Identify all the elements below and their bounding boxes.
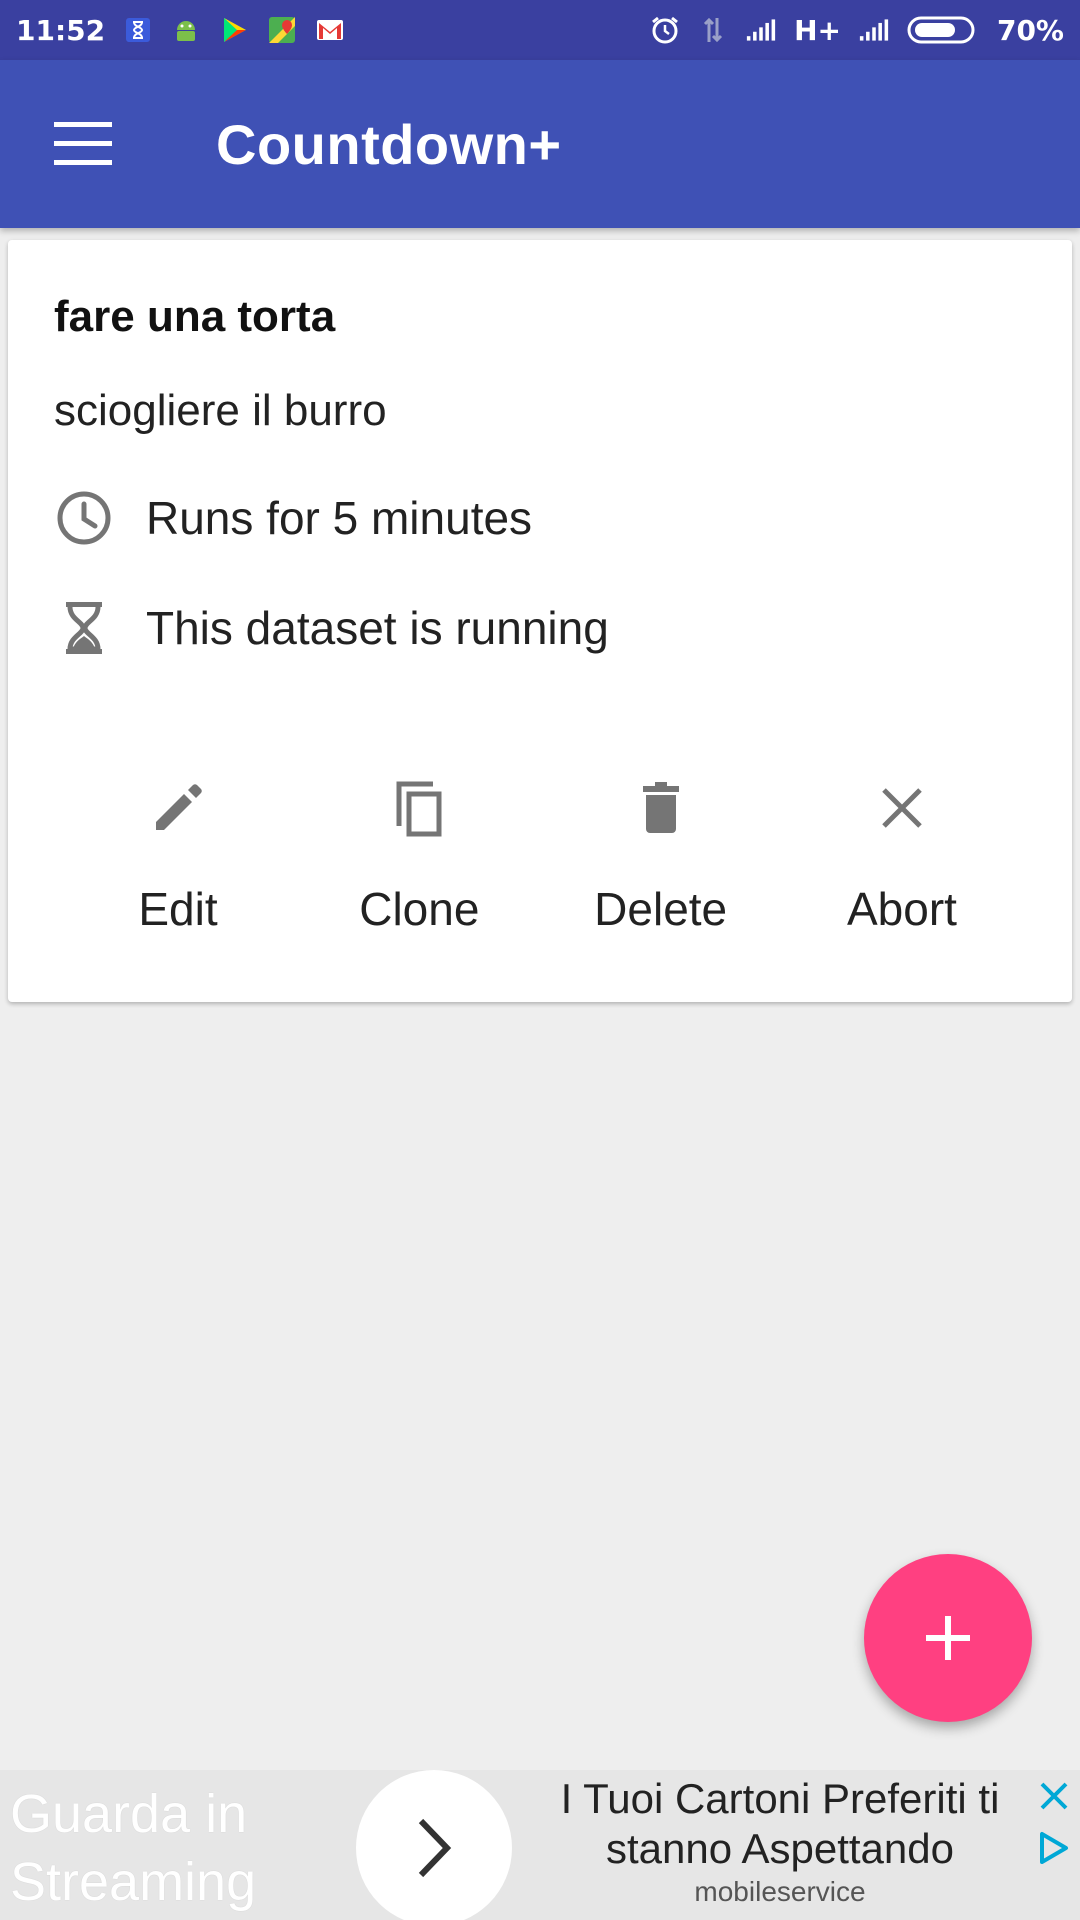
delete-label: Delete [594, 883, 728, 935]
edit-button[interactable]: Edit [58, 764, 298, 964]
signal-icon [859, 15, 889, 45]
status-row: This dataset is running [54, 598, 609, 658]
ad-banner[interactable]: Guarda in Streaming I Tuoi Cartoni Prefe… [0, 1770, 1080, 1920]
data-arrows-icon [698, 15, 728, 45]
maps-icon [267, 15, 297, 45]
app-title: Countdown+ [216, 113, 562, 176]
battery-icon [907, 15, 979, 45]
hourglass-icon [123, 15, 153, 45]
copy-icon [387, 776, 451, 840]
countdown-card: fare una torta sciogliere il burro Runs … [8, 240, 1072, 1002]
hamburger-menu-icon[interactable] [54, 122, 112, 166]
ad-close-icon[interactable] [1034, 1776, 1074, 1816]
delete-button[interactable]: Delete [541, 764, 781, 964]
clone-button[interactable]: Clone [299, 764, 539, 964]
edit-label: Edit [138, 883, 218, 935]
card-title: fare una torta [54, 292, 336, 341]
hourglass-icon [54, 598, 114, 658]
ad-arrow-button[interactable] [356, 1770, 512, 1920]
card-subtitle: sciogliere il burro [54, 386, 387, 435]
plus-icon [926, 1616, 970, 1660]
ad-content[interactable]: I Tuoi Cartoni Preferiti ti stanno Aspet… [520, 1774, 1040, 1908]
network-type: H+ [794, 13, 841, 47]
status-time: 11:52 [16, 13, 106, 47]
ad-left-text: Guarda in Streaming [10, 1784, 257, 1912]
clock-icon [54, 488, 114, 548]
duration-text: Runs for 5 minutes [146, 492, 533, 544]
duration-row: Runs for 5 minutes [54, 488, 532, 548]
add-button[interactable] [864, 1554, 1032, 1722]
status-bar: 11:52 H+ 70% [0, 0, 1080, 60]
pencil-icon [146, 776, 210, 840]
abort-button[interactable]: Abort [782, 764, 1022, 964]
gmail-icon [315, 15, 345, 45]
ad-headline: I Tuoi Cartoni Preferiti ti stanno Aspet… [560, 1775, 1000, 1872]
status-text: This dataset is running [146, 602, 609, 654]
battery-level: 70% [996, 13, 1064, 47]
ad-choices-icon[interactable] [1034, 1828, 1074, 1868]
abort-label: Abort [847, 883, 957, 935]
chevron-right-icon [418, 1818, 452, 1878]
ad-source: mobileservice [694, 1876, 866, 1907]
trash-icon [629, 776, 693, 840]
close-icon [870, 776, 934, 840]
android-icon [171, 15, 201, 45]
alarm-icon [650, 15, 680, 45]
app-bar: Countdown+ [0, 60, 1080, 228]
card-actions: Edit Clone Delete Abort [58, 764, 1022, 964]
clone-label: Clone [359, 883, 480, 935]
play-store-icon [219, 15, 249, 45]
signal-icon [746, 15, 776, 45]
